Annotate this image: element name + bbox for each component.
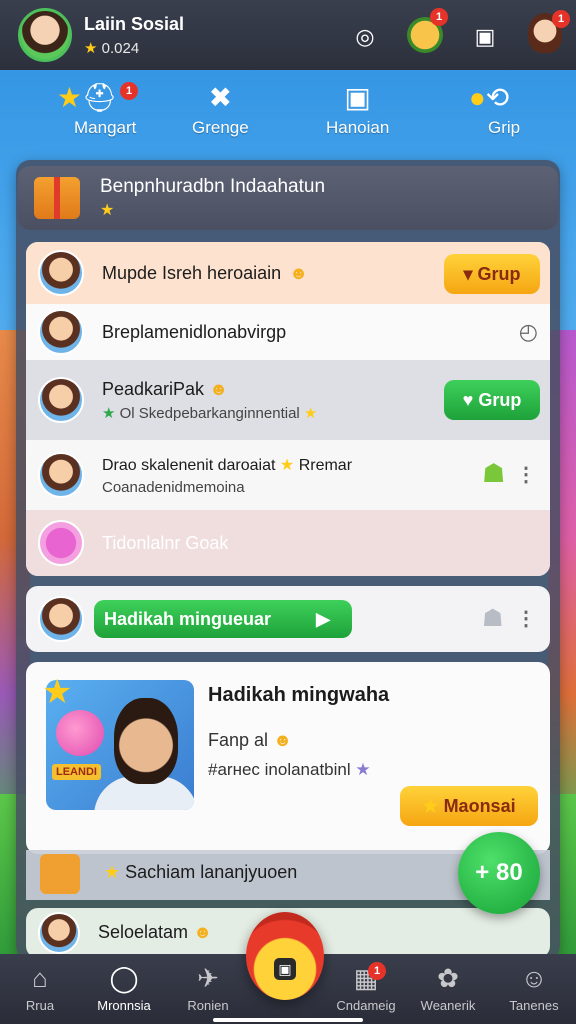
star-icon: ★ <box>422 795 439 816</box>
smiley-icon: ☻ <box>193 922 213 942</box>
list-item[interactable]: Breplamenidlonabvirgp ◴ <box>26 304 550 360</box>
category-label: Hanoian <box>326 118 390 137</box>
photo-tag: LEANDI <box>52 764 101 780</box>
grip-icon: ●⟲ <box>468 82 510 113</box>
list-item-text: Seloelatam ☻ <box>98 922 213 942</box>
frame-icon: ▣ <box>344 82 371 113</box>
nav-item-mronnsia[interactable]: ◯ Mronnsia <box>84 962 164 1013</box>
nav-item-rrua[interactable]: ⌂ Rrua <box>0 962 80 1013</box>
user-info: Laiin Sosial ★ 0.024 <box>84 14 184 57</box>
user-avatar[interactable] <box>18 8 72 62</box>
ball-icon <box>56 710 104 756</box>
coin-avatar-button[interactable]: 1 <box>400 8 450 60</box>
nav-item-tanenes[interactable]: ☺ Tanenes <box>494 962 574 1013</box>
feature-card: ★ LEANDI Hadikah mingwaha Fanp al ☻ #arн… <box>26 662 550 854</box>
center-action-button[interactable]: ▣ <box>246 912 324 1000</box>
paw-icon: ✿ <box>437 963 459 993</box>
category-grip[interactable]: ●⟲ Grip <box>458 80 520 138</box>
user-name: Laiin Sosial <box>84 13 185 34</box>
tools-icon: ✖ <box>208 82 233 113</box>
star-icon: ★ <box>84 39 98 57</box>
panel-title: Benpnhuradbn Indaahatun <box>100 176 326 197</box>
feature-line: Fanp al ☻ <box>208 730 293 750</box>
avatar <box>38 377 84 423</box>
avatar <box>38 309 84 355</box>
gift-icon <box>34 177 80 219</box>
maonsai-button[interactable]: ★ Maonsai <box>400 786 538 826</box>
home-indicator <box>213 1018 363 1022</box>
list-item-text: Tidonlalnr Goak <box>102 532 229 553</box>
smiley-icon: ☻ <box>209 378 229 399</box>
nav-badge: 1 <box>368 962 386 980</box>
category-hanoian[interactable]: ▣ Hanoian <box>326 80 389 138</box>
list-item-text: Mupde Isrеh heroaiain <box>102 262 282 283</box>
star-icon: ★ <box>279 456 295 474</box>
home-icon: ⌂ <box>32 963 48 993</box>
list-item: Hadikah mingueuar ▶ ☗ ⋮ <box>26 596 550 642</box>
avatar <box>38 250 84 296</box>
star-green-icon: ★ <box>102 404 116 422</box>
list-item[interactable]: PeadkariPak ☻ ★ Ol Skedpebarkanginnentia… <box>26 360 550 440</box>
feature-line: #arнec inolanatbinl ★ <box>208 760 371 779</box>
shop-icon: ▦ <box>353 963 379 993</box>
category-label: Mangart <box>74 118 137 137</box>
grup-button[interactable]: ♥ Grup <box>444 380 540 420</box>
category-label: Grip <box>488 118 521 137</box>
user-score: ★ 0.024 <box>84 39 140 57</box>
profile-icon: ☺ <box>520 963 548 993</box>
category-row: ★⛑ 1 Mangart ✖ Grenge ▣ Hanoian ●⟲ Grip <box>0 80 576 150</box>
notification-badge: 1 <box>552 10 570 28</box>
more-options-icon[interactable]: ⋮ <box>516 606 536 631</box>
play-icon: ▶ <box>316 608 330 629</box>
blob-icon <box>38 520 84 566</box>
reward-text: ★ Sachiam lananjyuoen <box>104 862 298 882</box>
avatar <box>38 452 84 498</box>
avatar <box>38 912 80 954</box>
notification-badge: 1 <box>430 8 448 26</box>
bird-icon: ✈ <box>197 963 219 993</box>
list-item[interactable]: Tidonlalnr Goak <box>26 510 550 576</box>
action-card: Hadikah mingueuar ▶ ☗ ⋮ <box>26 586 550 652</box>
chat-icon: ◯ <box>109 963 139 993</box>
ghost-icon: ☗ <box>482 458 506 488</box>
face-scan-icon[interactable]: ◎ <box>340 12 390 62</box>
star-icon: ★ <box>303 404 318 422</box>
list-item[interactable]: Mupde Isrеh heroaiain ☻ ▾ Grup <box>26 242 550 304</box>
list-card: Mupde Isrеh heroaiain ☻ ▾ Grup Breplamen… <box>26 242 550 576</box>
list-item[interactable]: Drao skalenenit daroaiat ★ Rremar Coanad… <box>26 440 550 510</box>
category-grenge[interactable]: ✖ Grenge <box>192 80 249 138</box>
feature-title: Hadikah mingwaha <box>208 684 390 706</box>
add-points-button[interactable]: + 80 <box>458 832 540 914</box>
heart-icon: ▾ <box>463 263 473 284</box>
hadikah-button[interactable]: Hadikah mingueuar ▶ <box>94 600 352 638</box>
list-item-text: Drao skalenenit daroaiat ★ Rremar Coanad… <box>102 456 353 496</box>
nav-item-weanerik[interactable]: ✿ Weanerik <box>408 962 488 1013</box>
square-menu-icon[interactable]: ▣ <box>460 12 510 62</box>
star-icon: ★ <box>355 760 371 779</box>
photo-face <box>114 698 178 784</box>
kid-avatar-button[interactable]: 1 <box>520 8 570 58</box>
smiley-icon: ☻ <box>289 262 309 283</box>
nav-item-ronien[interactable]: ✈ Ronien <box>168 962 248 1013</box>
chest-icon <box>40 854 80 894</box>
clock-icon[interactable]: ◴ <box>519 319 538 345</box>
category-badge: 1 <box>120 82 138 100</box>
smiley-icon: ☻ <box>273 730 293 750</box>
star-icon: ★ <box>100 202 115 219</box>
nav-item-cndameig[interactable]: ▦ 1 Cndameig <box>326 962 406 1013</box>
grup-button[interactable]: ▾ Grup <box>444 254 540 294</box>
heart-icon: ♥ <box>462 389 474 410</box>
list-item-text: Breplamenidlonabvirgp <box>102 321 287 342</box>
camera-icon: ▣ <box>274 958 296 980</box>
avatar <box>38 596 84 642</box>
more-options-icon[interactable]: ⋮ <box>516 462 536 487</box>
category-mangart[interactable]: ★⛑ 1 Mangart <box>38 80 138 138</box>
star-icon: ★ <box>42 673 73 711</box>
category-label: Grenge <box>192 118 249 137</box>
panel-header[interactable]: Benpnhuradbn Indaahatun ★ <box>18 166 558 230</box>
list-item-text: PeadkariPak ☻ ★ Ol Skedpebarkanginnentia… <box>102 378 318 422</box>
panel-header-text: Benpnhuradbn Indaahatun ★ <box>100 176 325 220</box>
ghost-icon: ☗ <box>482 605 504 632</box>
